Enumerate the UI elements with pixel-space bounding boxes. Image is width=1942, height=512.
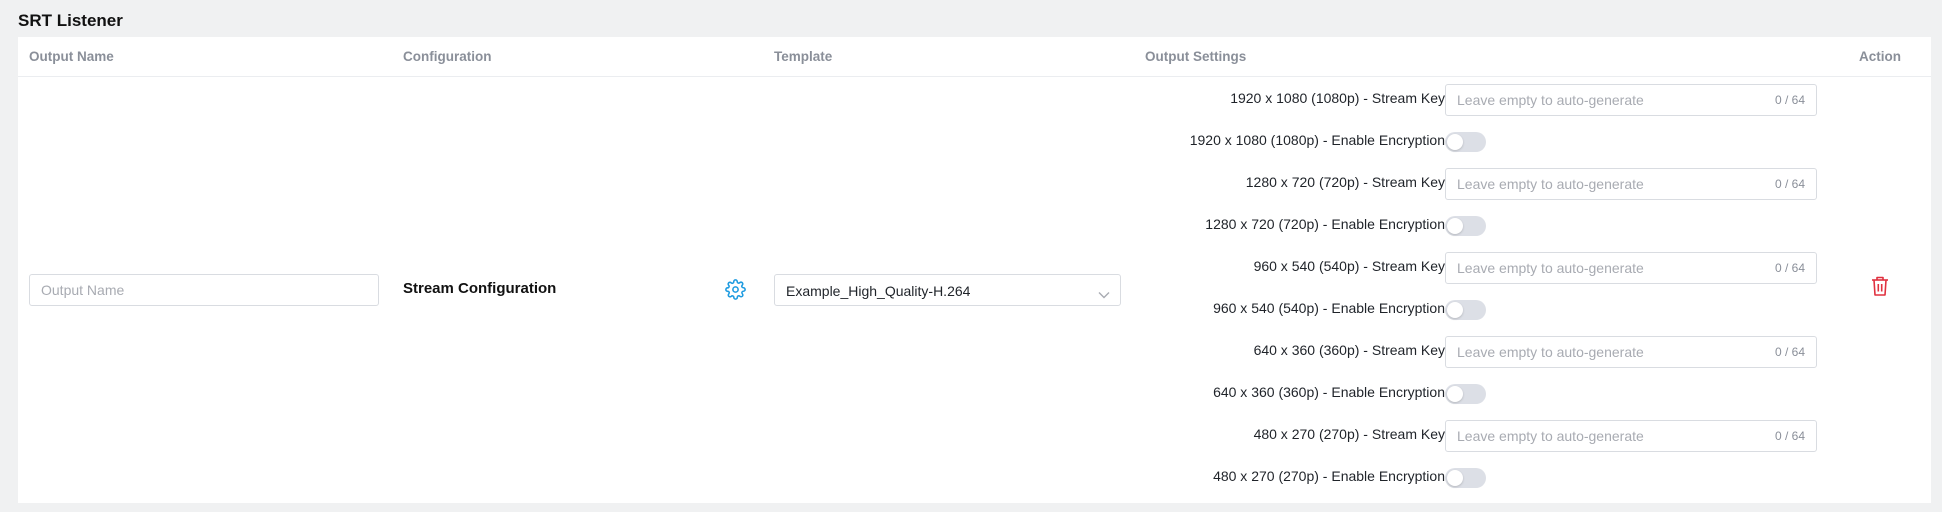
- toggle-knob: [1447, 134, 1463, 150]
- char-counter: 0 / 64: [1774, 177, 1805, 191]
- table-header: Output Name Configuration Template Outpu…: [18, 37, 1931, 77]
- column-header-output-settings: Output Settings: [1145, 49, 1247, 64]
- char-counter: 0 / 64: [1774, 429, 1805, 443]
- gear-icon[interactable]: [725, 279, 746, 300]
- encryption-toggle-1080p[interactable]: [1445, 132, 1486, 152]
- toggle-knob: [1447, 386, 1463, 402]
- stream-key-field-720p[interactable]: 0 / 64: [1445, 168, 1817, 200]
- char-counter: 0 / 64: [1774, 345, 1805, 359]
- stream-key-input-1080p[interactable]: [1446, 85, 1768, 115]
- encryption-toggle-540p[interactable]: [1445, 300, 1486, 320]
- char-counter: 0 / 64: [1774, 93, 1805, 107]
- stream-key-input-540p[interactable]: [1446, 253, 1768, 283]
- column-header-action: Action: [1859, 49, 1901, 64]
- srt-listener-table: Output Name Configuration Template Outpu…: [18, 37, 1931, 503]
- chevron-down-icon: [1098, 286, 1110, 299]
- encryption-label-720p: 1280 x 720 (720p) - Enable Encryption: [1205, 216, 1445, 232]
- template-select-value: Example_High_Quality-H.264: [786, 283, 971, 299]
- encryption-label-270p: 480 x 270 (270p) - Enable Encryption: [1213, 468, 1445, 484]
- toggle-knob: [1447, 218, 1463, 234]
- encryption-label-540p: 960 x 540 (540p) - Enable Encryption: [1213, 300, 1445, 316]
- template-select[interactable]: Example_High_Quality-H.264: [774, 274, 1121, 306]
- encryption-label-1080p: 1920 x 1080 (1080p) - Enable Encryption: [1189, 132, 1445, 148]
- stream-key-field-1080p[interactable]: 0 / 64: [1445, 84, 1817, 116]
- trash-icon[interactable]: [1870, 275, 1890, 297]
- stream-key-label-1080p: 1920 x 1080 (1080p) - Stream Key: [1230, 90, 1445, 106]
- stream-key-input-360p[interactable]: [1446, 337, 1768, 367]
- stream-key-input-720p[interactable]: [1446, 169, 1768, 199]
- encryption-toggle-360p[interactable]: [1445, 384, 1486, 404]
- char-counter: 0 / 64: [1774, 261, 1805, 275]
- toggle-knob: [1447, 470, 1463, 486]
- stream-key-label-360p: 640 x 360 (360p) - Stream Key: [1253, 342, 1445, 358]
- output-name-input[interactable]: [29, 274, 379, 306]
- column-header-output-name: Output Name: [29, 49, 114, 64]
- stream-key-field-360p[interactable]: 0 / 64: [1445, 336, 1817, 368]
- encryption-label-360p: 640 x 360 (360p) - Enable Encryption: [1213, 384, 1445, 400]
- column-header-template: Template: [774, 49, 833, 64]
- stream-key-label-540p: 960 x 540 (540p) - Stream Key: [1253, 258, 1445, 274]
- stream-key-label-720p: 1280 x 720 (720p) - Stream Key: [1245, 174, 1445, 190]
- encryption-toggle-720p[interactable]: [1445, 216, 1486, 236]
- stream-key-label-270p: 480 x 270 (270p) - Stream Key: [1253, 426, 1445, 442]
- stream-key-input-270p[interactable]: [1446, 421, 1768, 451]
- section-title: SRT Listener: [18, 11, 123, 30]
- column-header-configuration: Configuration: [403, 49, 492, 64]
- stream-key-field-270p[interactable]: 0 / 64: [1445, 420, 1817, 452]
- toggle-knob: [1447, 302, 1463, 318]
- configuration-label: Stream Configuration: [403, 280, 557, 297]
- encryption-toggle-270p[interactable]: [1445, 468, 1486, 488]
- stream-key-field-540p[interactable]: 0 / 64: [1445, 252, 1817, 284]
